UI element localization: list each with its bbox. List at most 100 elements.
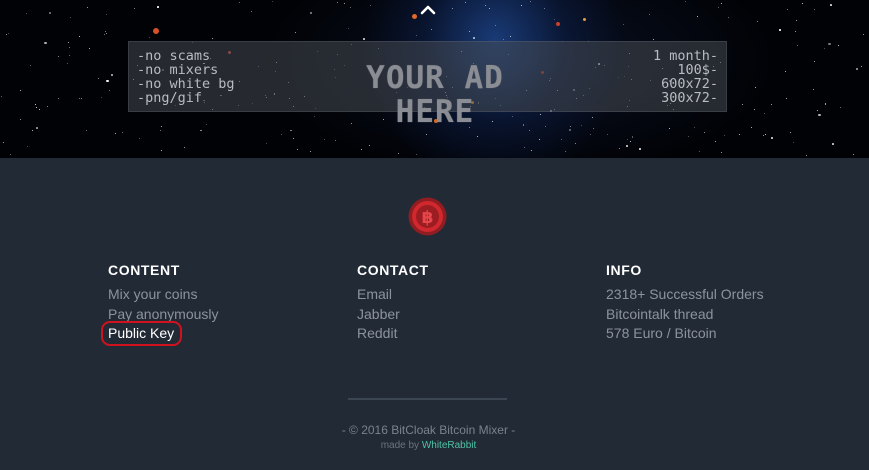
star-decoration	[750, 127, 752, 129]
star-decoration	[58, 55, 60, 57]
star-decoration	[561, 138, 562, 140]
link-reddit[interactable]: Reddit	[357, 324, 429, 344]
star-decoration	[27, 145, 29, 147]
star-decoration	[115, 133, 117, 135]
star-decoration	[742, 103, 744, 105]
chevron-up-icon	[420, 5, 436, 15]
ad-title: YOUR AD HERE	[366, 60, 504, 130]
star-decoration	[121, 132, 123, 134]
star-decoration	[669, 127, 671, 129]
star-decoration	[159, 129, 161, 131]
ad-term: -no mixers	[137, 62, 219, 78]
star-decoration	[805, 154, 807, 156]
star-decoration	[313, 116, 315, 118]
star-decoration	[485, 5, 487, 7]
star-decoration	[862, 34, 864, 36]
star-decoration	[629, 140, 631, 142]
star-decoration	[696, 16, 698, 18]
scroll-top-button[interactable]	[419, 3, 437, 17]
star-decoration	[416, 35, 418, 37]
star-decoration	[349, 6, 351, 8]
star-decoration	[763, 134, 765, 136]
star-decoration	[757, 20, 759, 22]
info-successful-orders: 2318+ Successful Orders	[606, 286, 764, 302]
public-key-highlight	[101, 321, 182, 346]
author-link[interactable]: WhiteRabbit	[422, 440, 476, 451]
star-decoration	[779, 29, 782, 31]
star-decoration	[688, 136, 690, 138]
star-decoration	[323, 138, 326, 141]
star-decoration	[830, 3, 832, 6]
star-decoration	[111, 74, 114, 76]
star-decoration	[266, 142, 268, 144]
star-decoration	[828, 42, 831, 46]
link-bitcointalk-thread[interactable]: Bitcointalk thread	[606, 305, 764, 325]
star-decoration	[792, 142, 794, 144]
star-decoration	[840, 107, 842, 109]
star-decoration	[704, 132, 706, 134]
star-decoration	[416, 154, 418, 156]
star-decoration	[32, 129, 34, 131]
star-decoration	[86, 130, 88, 132]
link-jabber[interactable]: Jabber	[357, 305, 429, 325]
ad-banner[interactable]: -no scams -no mixers -no white bg -png/g…	[128, 41, 727, 129]
star-decoration	[494, 25, 496, 27]
star-decoration	[334, 140, 336, 142]
star-decoration	[569, 129, 571, 131]
star-decoration	[103, 34, 105, 36]
star-decoration	[200, 129, 202, 132]
planet-decoration	[583, 18, 586, 21]
link-mix-your-coins[interactable]: Mix your coins	[108, 285, 219, 305]
planet-decoration	[412, 14, 417, 19]
star-decoration	[134, 8, 136, 10]
ad-price: 100$-	[677, 62, 718, 78]
star-decoration	[728, 17, 730, 19]
star-decoration	[106, 79, 109, 82]
star-decoration	[426, 134, 428, 136]
star-decoration	[251, 11, 253, 13]
star-decoration	[503, 38, 505, 40]
copyright-text: - © 2016 BitCloak Bitcoin Mixer -	[341, 423, 516, 437]
star-decoration	[639, 148, 641, 150]
star-decoration	[430, 28, 432, 30]
star-decoration	[693, 127, 695, 129]
star-decoration	[720, 152, 722, 154]
bitcoin-logo[interactable]: ฿	[408, 197, 447, 236]
link-email[interactable]: Email	[357, 285, 429, 305]
bitcoin-icon: ฿	[408, 197, 447, 236]
star-decoration	[652, 38, 654, 40]
star-decoration	[295, 31, 297, 33]
star-decoration	[138, 137, 140, 139]
star-decoration	[156, 6, 159, 8]
star-decoration	[464, 2, 466, 4]
star-decoration	[398, 152, 400, 154]
star-decoration	[20, 89, 22, 91]
star-decoration	[160, 125, 162, 127]
ad-price: 1 month-	[652, 48, 718, 64]
star-decoration	[30, 65, 32, 67]
star-decoration	[764, 133, 767, 136]
star-decoration	[148, 36, 150, 38]
star-decoration	[754, 108, 756, 110]
star-decoration	[344, 3, 346, 5]
star-decoration	[101, 97, 103, 99]
star-decoration	[20, 119, 22, 121]
star-decoration	[684, 1, 686, 3]
star-decoration	[797, 44, 799, 46]
star-decoration	[370, 5, 372, 7]
star-decoration	[35, 127, 38, 129]
footer-divider	[348, 398, 507, 400]
info-exchange-rate: 578 Euro / Bitcoin	[606, 325, 717, 341]
starfield-banner: -no scams -no mixers -no white bg -png/g…	[0, 0, 869, 158]
star-decoration	[812, 88, 814, 90]
star-decoration	[529, 130, 531, 132]
star-decoration	[89, 47, 91, 49]
star-decoration	[68, 47, 70, 49]
planet-decoration	[153, 28, 159, 34]
star-decoration	[363, 38, 365, 41]
ad-pricing-list: 1 month- 100$- 600x72- 300x72-	[653, 49, 718, 105]
star-decoration	[86, 7, 88, 9]
ad-price: 600x72-	[661, 76, 718, 92]
footer-column-info: INFO 2318+ Successful Orders Bitcointalk…	[606, 261, 764, 344]
star-decoration	[529, 0, 531, 2]
